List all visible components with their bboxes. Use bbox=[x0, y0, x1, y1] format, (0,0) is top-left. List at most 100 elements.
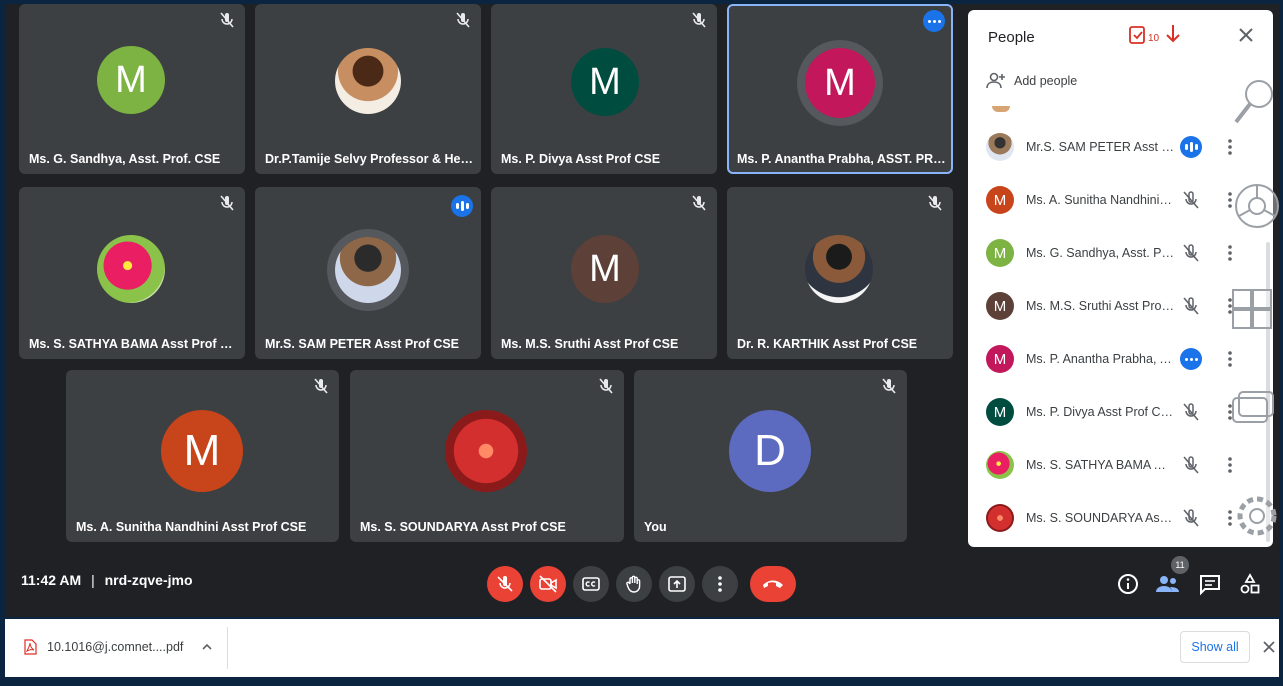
task-view-icon[interactable] bbox=[1229, 388, 1277, 434]
mic-off-icon bbox=[1183, 244, 1199, 262]
mic-off-icon bbox=[1183, 509, 1199, 527]
download-item[interactable]: 10.1016@j.comnet....pdf bbox=[23, 639, 213, 655]
mic-off-icon bbox=[1183, 297, 1199, 315]
avatar: M bbox=[986, 239, 1014, 267]
participant-name: Dr. R. KARTHIK Asst Prof CSE bbox=[737, 337, 918, 351]
avatar: M bbox=[986, 398, 1014, 426]
mic-off-icon bbox=[1183, 191, 1199, 209]
search-icon[interactable] bbox=[1231, 76, 1277, 126]
meeting-info-icon[interactable] bbox=[1116, 572, 1140, 596]
raise-hand-button[interactable] bbox=[616, 566, 652, 602]
participant-tile[interactable]: Ms. S. SATHYA BAMA Asst Prof CSE bbox=[19, 187, 245, 359]
list-item[interactable]: Ms. S. SATHYA BAMA Ass... bbox=[968, 438, 1273, 491]
mic-off-icon bbox=[456, 12, 470, 28]
chevron-up-icon[interactable] bbox=[201, 641, 213, 653]
avatar: M bbox=[97, 46, 165, 114]
mic-off-icon bbox=[692, 195, 706, 211]
show-all-button[interactable]: Show all bbox=[1180, 631, 1250, 663]
mic-off-icon bbox=[1183, 456, 1199, 474]
clock-time: 11:42 AM bbox=[21, 572, 82, 588]
participant-name: Mr.S. SAM PETER Asst Prof CSE bbox=[265, 337, 460, 351]
list-item[interactable]: Mr.S. SAM PETER Asst Pro... bbox=[968, 120, 1273, 173]
participant-name: Ms. G. Sandhya, Asst. Pro... bbox=[1026, 246, 1174, 260]
participant-tile[interactable]: M Ms. M.S. Sruthi Asst Prof CSE bbox=[491, 187, 717, 359]
more-options-icon[interactable] bbox=[923, 10, 945, 32]
participant-name: Ms. A. Sunitha Nandhini Asst Prof CSE bbox=[76, 520, 307, 534]
avatar: M bbox=[986, 186, 1014, 214]
avatar-photo bbox=[986, 504, 1014, 532]
participant-tile[interactable]: M Ms. A. Sunitha Nandhini Asst Prof CSE bbox=[66, 370, 339, 542]
bottom-control-bar: 11:42 AM | nrd-zqve-jmo 11 bbox=[5, 552, 1279, 617]
participant-tile[interactable]: M Ms. G. Sandhya, Asst. Prof. CSE bbox=[19, 4, 245, 174]
avatar: M bbox=[161, 410, 243, 492]
close-icon[interactable] bbox=[1261, 639, 1277, 655]
more-options-icon[interactable] bbox=[1180, 348, 1202, 370]
camera-off-icon bbox=[539, 575, 557, 593]
speaking-indicator-icon bbox=[451, 195, 473, 217]
avatar: M bbox=[805, 48, 875, 118]
participant-tile[interactable]: Dr. R. KARTHIK Asst Prof CSE bbox=[727, 187, 953, 359]
participant-tile[interactable]: M Ms. P. Divya Asst Prof CSE bbox=[491, 4, 717, 174]
participant-name: Ms. S. SOUNDARYA Asst ... bbox=[1026, 511, 1174, 525]
add-person-icon bbox=[986, 72, 1005, 89]
panel-title: People bbox=[988, 29, 1035, 46]
participant-name: Ms. M.S. Sruthi Asst Prof CSE bbox=[501, 337, 679, 351]
list-item[interactable]: Ms. S. SOUNDARYA Asst ... bbox=[968, 491, 1273, 544]
people-button[interactable]: 11 bbox=[1155, 556, 1189, 596]
avatar-photo bbox=[805, 235, 873, 303]
more-vert-icon[interactable] bbox=[1220, 349, 1240, 369]
captions-button[interactable] bbox=[573, 566, 609, 602]
mic-off-icon bbox=[692, 12, 706, 28]
download-filename: 10.1016@j.comnet....pdf bbox=[47, 640, 184, 654]
chrome-icon[interactable] bbox=[1231, 180, 1279, 232]
avatar: M bbox=[986, 345, 1014, 373]
meeting-details: 11:42 AM | nrd-zqve-jmo bbox=[21, 572, 193, 588]
chat-icon[interactable] bbox=[1198, 572, 1222, 596]
clipboard-check-icon bbox=[1129, 26, 1145, 44]
avatar-photo bbox=[986, 451, 1014, 479]
annotation-count: 10 bbox=[1148, 33, 1160, 44]
participant-name: Ms. S. SOUNDARYA Asst Prof CSE bbox=[360, 520, 566, 534]
list-item[interactable]: M Ms. A. Sunitha Nandhini A... bbox=[968, 173, 1273, 226]
download-bar: 10.1016@j.comnet....pdf Show all bbox=[5, 619, 1279, 677]
add-people-button[interactable]: Add people bbox=[986, 70, 1077, 92]
leave-call-button[interactable] bbox=[750, 566, 796, 602]
participant-count-badge: 11 bbox=[1171, 556, 1189, 574]
participant-tile-active[interactable]: M Ms. P. Anantha Prabha, ASST. PROF bbox=[727, 4, 953, 174]
participant-name: Ms. S. SATHYA BAMA Ass... bbox=[1026, 458, 1174, 472]
avatar-photo bbox=[335, 237, 401, 303]
gear-icon[interactable] bbox=[1233, 492, 1279, 540]
participant-tile[interactable]: Ms. S. SOUNDARYA Asst Prof CSE bbox=[350, 370, 624, 542]
list-item[interactable]: M Ms. P. Divya Asst Prof CSE bbox=[968, 385, 1273, 438]
closed-captions-icon bbox=[582, 577, 600, 591]
list-item[interactable]: M Ms. P. Anantha Prabha, A... bbox=[968, 332, 1273, 385]
participant-tile[interactable]: Mr.S. SAM PETER Asst Prof CSE bbox=[255, 187, 481, 359]
list-item[interactable]: M Ms. M.S. Sruthi Asst Prof ... bbox=[968, 279, 1273, 332]
add-people-label: Add people bbox=[1014, 74, 1078, 88]
mic-off-icon bbox=[928, 195, 942, 211]
windows-icon[interactable] bbox=[1231, 284, 1275, 336]
participant-tile[interactable]: Dr.P.Tamije Selvy Professor & Head ... bbox=[255, 4, 481, 174]
present-button[interactable] bbox=[659, 566, 695, 602]
camera-toggle-button[interactable] bbox=[530, 566, 566, 602]
list-item[interactable]: M Ms. G. Sandhya, Asst. Pro... bbox=[968, 226, 1273, 279]
participant-name: Dr.P.Tamije Selvy Professor & Head ... bbox=[265, 152, 475, 166]
avatar-photo bbox=[335, 48, 401, 114]
screen-frame: M Ms. G. Sandhya, Asst. Prof. CSE Dr.P.T… bbox=[0, 0, 1283, 686]
more-vert-icon[interactable] bbox=[1220, 243, 1240, 263]
arrow-down-icon bbox=[1166, 25, 1180, 43]
mic-off-icon bbox=[220, 12, 234, 28]
self-tile[interactable]: D You bbox=[634, 370, 907, 542]
more-vert-icon[interactable] bbox=[1220, 455, 1240, 475]
activities-icon[interactable] bbox=[1238, 572, 1262, 596]
annotation-mark: 10 bbox=[1128, 24, 1181, 44]
close-icon[interactable] bbox=[1235, 24, 1257, 46]
more-options-button[interactable] bbox=[702, 566, 738, 602]
avatar: D bbox=[729, 410, 811, 492]
more-vert-icon[interactable] bbox=[1220, 137, 1240, 157]
people-icon bbox=[1156, 576, 1179, 592]
avatar: M bbox=[571, 235, 639, 303]
people-panel: People 10 Add people Mr.S. SAM PETER Ass… bbox=[968, 10, 1273, 547]
avatar: M bbox=[571, 48, 639, 116]
mic-toggle-button[interactable] bbox=[487, 566, 523, 602]
